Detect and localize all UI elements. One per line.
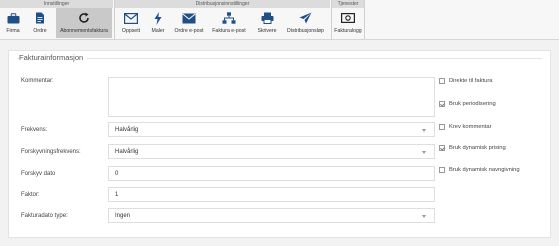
section-title: Fakturainformasjon: [19, 53, 88, 62]
printer-icon: [261, 11, 274, 25]
bruk-dynamisk-navngivning-checkbox[interactable]: Bruk dynamisk navngivning: [439, 167, 520, 173]
ordre-button[interactable]: Ordre: [26, 8, 54, 38]
bruk-dynamisk-prising-checkbox[interactable]: Bruk dynamisk prising: [439, 145, 506, 151]
kommentar-textarea[interactable]: [108, 77, 435, 117]
checkbox-box[interactable]: [439, 124, 445, 130]
envelope-filled-icon: [182, 11, 196, 25]
ordre-label: Ordre: [33, 28, 47, 34]
skrivere-label: Skrivere: [257, 28, 277, 34]
ribbon-group-title: Tjenester: [332, 0, 364, 8]
faktor-label: Faktor:: [21, 192, 40, 198]
checkbox-label: Krev kommentar: [449, 124, 492, 130]
distribusjonslop-button[interactable]: Distribusjonsløp: [283, 8, 328, 38]
checkbox-label: Bruk periodisering: [449, 101, 496, 107]
frekvens-value: Halvårlig: [115, 126, 139, 133]
chevron-down-icon: [422, 128, 426, 132]
frekvens-select[interactable]: Halvårlig: [108, 122, 435, 137]
ribbon-group-tjenester: Tjenester Fakturalogg: [332, 0, 364, 39]
checkbox-label: Bruk dynamisk navngivning: [449, 167, 520, 173]
sitemap-icon: [222, 11, 236, 25]
briefcase-icon: [7, 11, 20, 25]
checkbox-label: Direkte til faktura: [449, 78, 493, 84]
distribusjonslop-label: Distribusjonsløp: [287, 28, 324, 34]
oppsett-label: Oppsett: [121, 28, 141, 34]
forskyvningsfrekvens-select[interactable]: Halvårlig: [108, 144, 435, 159]
fakturalogg-label: Fakturalogg: [334, 28, 362, 34]
ribbon-separator: [364, 0, 365, 39]
paper-plane-icon: [299, 11, 312, 25]
money-icon: [341, 11, 355, 25]
fakturadato-type-select[interactable]: Ingen: [108, 208, 435, 223]
checkbox-box[interactable]: [439, 78, 445, 84]
envelope-icon: [124, 11, 138, 25]
frekvens-label: Frekvens:: [21, 127, 48, 133]
abonnementsfaktura-label: Abonnementsfaktura: [60, 28, 108, 34]
fakturalogg-button[interactable]: Fakturalogg: [333, 8, 363, 38]
skrivere-button[interactable]: Skrivere: [252, 8, 282, 38]
fakturainformasjon-panel: Fakturainformasjon Kommentar: Frekvens: …: [8, 50, 551, 238]
firma-label: Firma: [6, 28, 20, 34]
ribbon-group-title: Distribusjonsinnstillinger: [115, 0, 330, 8]
faktura-epost-label: Faktura e-post: [212, 28, 246, 34]
forskyv-dato-label: Forskyv dato: [21, 171, 56, 177]
abonnementsfaktura-button[interactable]: Abonnementsfaktura: [56, 8, 112, 38]
ordre-epost-button[interactable]: Ordre e-post: [171, 8, 207, 38]
chevron-down-icon: [422, 150, 426, 154]
ribbon-group-innstillinger: Innstillinger Firma Ordre Abonnementsfak…: [0, 0, 113, 39]
refresh-icon: [78, 11, 90, 25]
faktor-input[interactable]: 1: [108, 187, 435, 202]
lightning-icon: [154, 11, 162, 25]
direkte-til-faktura-checkbox[interactable]: Direkte til faktura: [439, 78, 493, 84]
maler-button[interactable]: Maler: [146, 8, 170, 38]
ribbon-toolbar: Innstillinger Firma Ordre Abonnementsfak…: [0, 0, 559, 40]
kommentar-label: Kommentar:: [21, 78, 54, 84]
checkbox-box[interactable]: [439, 145, 445, 151]
krev-kommentar-checkbox[interactable]: Krev kommentar: [439, 124, 492, 130]
fakturadato-type-label: Fakturadato type:: [21, 213, 68, 219]
document-icon: [35, 11, 45, 25]
forskyv-dato-input[interactable]: 0: [108, 166, 435, 181]
checkbox-box[interactable]: [439, 167, 445, 173]
maler-label: Maler: [151, 28, 165, 34]
firma-button[interactable]: Firma: [2, 8, 24, 38]
forskyvningsfrekvens-label: Forskyvningsfrekvens:: [21, 149, 81, 155]
fakturadato-type-value: Ingen: [115, 212, 131, 219]
faktura-epost-button[interactable]: Faktura e-post: [209, 8, 249, 38]
ordre-epost-label: Ordre e-post: [174, 28, 204, 34]
checkbox-box[interactable]: [439, 101, 445, 107]
ribbon-group-distribusjon: Distribusjonsinnstillinger Oppsett Maler…: [115, 0, 330, 39]
chevron-down-icon: [422, 214, 426, 218]
ribbon-group-title: Innstillinger: [0, 0, 113, 8]
checkbox-label: Bruk dynamisk prising: [449, 145, 506, 151]
oppsett-button[interactable]: Oppsett: [117, 8, 145, 38]
bruk-periodisering-checkbox[interactable]: Bruk periodisering: [439, 101, 496, 107]
forskyvningsfrekvens-value: Halvårlig: [115, 148, 139, 155]
section-divider: [17, 58, 542, 59]
